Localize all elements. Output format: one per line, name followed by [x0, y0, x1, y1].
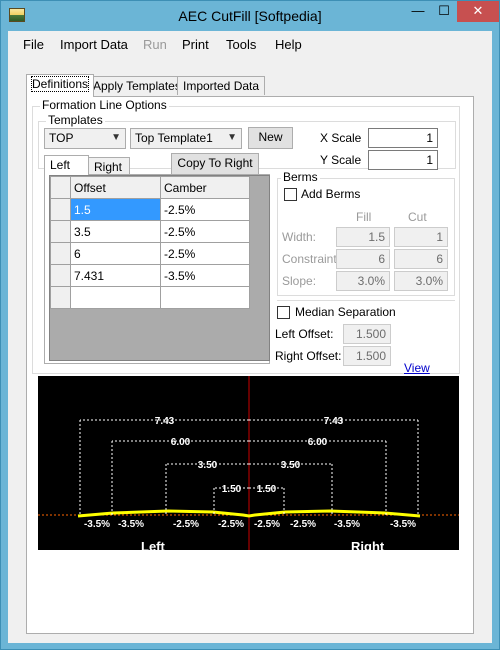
right-offset-input[interactable]: 1.500	[343, 346, 391, 366]
width-cut-input[interactable]: 1	[394, 227, 448, 247]
fill-column-label: Fill	[356, 210, 372, 224]
left-camber-label: -3.5%	[84, 519, 110, 530]
dimension-label: 6.00	[308, 437, 328, 448]
median-separation-checkbox[interactable]	[277, 306, 290, 319]
menu-print[interactable]: Print	[182, 37, 209, 52]
y-scale-label: Y Scale	[320, 153, 362, 167]
offset-cell[interactable]: 6	[70, 242, 161, 265]
grid-header-row: Offset Camber	[50, 176, 250, 199]
row-header[interactable]	[50, 220, 71, 243]
dimension-label: 7.43	[155, 416, 175, 427]
table-row[interactable]: 1.5 -2.5%	[50, 198, 250, 221]
grid-corner	[50, 176, 71, 199]
tab-label: Definitions	[30, 76, 90, 92]
camber-cell[interactable]: -3.5%	[160, 264, 250, 287]
x-scale-input[interactable]: 1	[368, 128, 438, 148]
template-type-value: TOP	[49, 131, 74, 145]
slope-fill-input[interactable]: 3.0%	[336, 271, 390, 291]
right-camber-label: -3.5%	[334, 519, 360, 530]
offset-cell[interactable]: 1.5	[70, 198, 161, 221]
slope-label: Slope:	[282, 274, 317, 288]
right-offset-label: Right Offset:	[275, 349, 342, 363]
row-header[interactable]	[50, 264, 71, 287]
formation-line-label: Formation Line Options	[40, 98, 169, 112]
tab-imported-data[interactable]: Imported Data	[177, 76, 266, 95]
row-header[interactable]	[50, 242, 71, 265]
add-berms-label: Add Berms	[301, 187, 361, 201]
offset-cell[interactable]: 3.5	[70, 220, 161, 243]
camber-cell[interactable]: -2.5%	[160, 198, 250, 221]
template-type-select[interactable]: TOP ▼	[44, 128, 126, 149]
right-camber-label: -2.5%	[254, 519, 280, 530]
table-row[interactable]	[50, 286, 250, 309]
menu-run[interactable]: Run	[143, 37, 167, 52]
constraint-fill-input[interactable]: 6	[336, 249, 390, 269]
x-scale-label: X Scale	[320, 131, 362, 145]
add-berms-checkbox[interactable]	[284, 188, 297, 201]
templates-label: Templates	[46, 113, 105, 127]
maximize-button[interactable]: ☐	[431, 1, 457, 22]
template-name-value: Top Template1	[135, 131, 213, 145]
offset-cell[interactable]: 7.431	[70, 264, 161, 287]
table-row[interactable]: 3.5 -2.5%	[50, 220, 250, 243]
table-row[interactable]: 6 -2.5%	[50, 242, 250, 265]
menu-help[interactable]: Help	[275, 37, 302, 52]
cross-section-preview: 7.43 7.43 6.00 6.00 3.50 3.50 1.50 1.50 -3.5% -3.…	[38, 376, 459, 554]
camber-cell[interactable]: -2.5%	[160, 242, 250, 265]
menu-bar: File Import Data Run Print Tools Help	[8, 31, 492, 57]
dimension-label: 3.50	[198, 460, 218, 471]
camber-cell[interactable]: -2.5%	[160, 220, 250, 243]
left-caption: Left	[141, 539, 165, 554]
subtab-right[interactable]: Right	[88, 157, 130, 175]
table-row[interactable]: 7.431 -3.5%	[50, 264, 250, 287]
dimension-label: 1.50	[257, 484, 277, 495]
left-offset-input[interactable]: 1.500	[343, 324, 391, 344]
offset-grid-area[interactable]: Offset Camber 1.5 -2.5% 3.5 -2.5% 6 -2.5…	[49, 175, 270, 361]
menu-import-data[interactable]: Import Data	[60, 37, 128, 52]
row-header[interactable]	[50, 198, 71, 221]
left-camber-label: -3.5%	[118, 519, 144, 530]
camber-column-header[interactable]: Camber	[160, 176, 250, 199]
dimension-label: 3.50	[281, 460, 301, 471]
slope-cut-input[interactable]: 3.0%	[394, 271, 448, 291]
right-camber-label: -3.5%	[390, 519, 416, 530]
minimize-button[interactable]: —	[405, 1, 431, 22]
copy-to-right-button[interactable]: Copy To Right	[171, 153, 259, 175]
close-button[interactable]: ✕	[457, 1, 499, 22]
view-link[interactable]: View	[404, 361, 430, 375]
chevron-down-icon: ▼	[227, 132, 237, 143]
subtab-left[interactable]: Left	[44, 155, 89, 175]
tab-definitions[interactable]: Definitions	[26, 74, 95, 97]
menu-file[interactable]: File	[23, 37, 44, 52]
berms-label: Berms	[281, 170, 320, 184]
offset-cell[interactable]	[70, 286, 161, 309]
dimension-label: 7.43	[324, 416, 344, 427]
right-caption: Right	[351, 539, 385, 554]
width-fill-input[interactable]: 1.5	[336, 227, 390, 247]
left-camber-label: -2.5%	[173, 519, 199, 530]
median-separation-label: Median Separation	[295, 305, 396, 319]
constraint-cut-input[interactable]: 6	[394, 249, 448, 269]
cross-section-drawing: 7.43 7.43 6.00 6.00 3.50 3.50 1.50 1.50 -3.5% -3.…	[38, 376, 459, 550]
y-scale-input[interactable]: 1	[368, 150, 438, 170]
template-name-select[interactable]: Top Template1 ▼	[130, 128, 242, 149]
right-camber-label: -2.5%	[290, 519, 316, 530]
new-template-button[interactable]: New	[248, 127, 293, 149]
row-header[interactable]	[50, 286, 71, 309]
title-bar[interactable]: AEC CutFill [Softpedia] — ☐ ✕	[1, 1, 499, 31]
left-offset-label: Left Offset:	[275, 327, 334, 341]
constraint-label: Constraint:	[282, 252, 341, 266]
menu-tools[interactable]: Tools	[226, 37, 256, 52]
offset-camber-grid: Offset Camber 1.5 -2.5% 3.5 -2.5% 6 -2.5…	[50, 176, 250, 309]
dimension-label: 1.50	[222, 484, 242, 495]
offset-column-header[interactable]: Offset	[70, 176, 161, 199]
width-label: Width:	[282, 230, 317, 244]
left-camber-label: -2.5%	[218, 519, 244, 530]
dimension-label: 6.00	[171, 437, 191, 448]
tab-apply-templates[interactable]: Apply Templates	[87, 76, 187, 95]
camber-cell[interactable]	[160, 286, 250, 309]
cut-column-label: Cut	[408, 210, 427, 224]
chevron-down-icon: ▼	[111, 132, 121, 143]
